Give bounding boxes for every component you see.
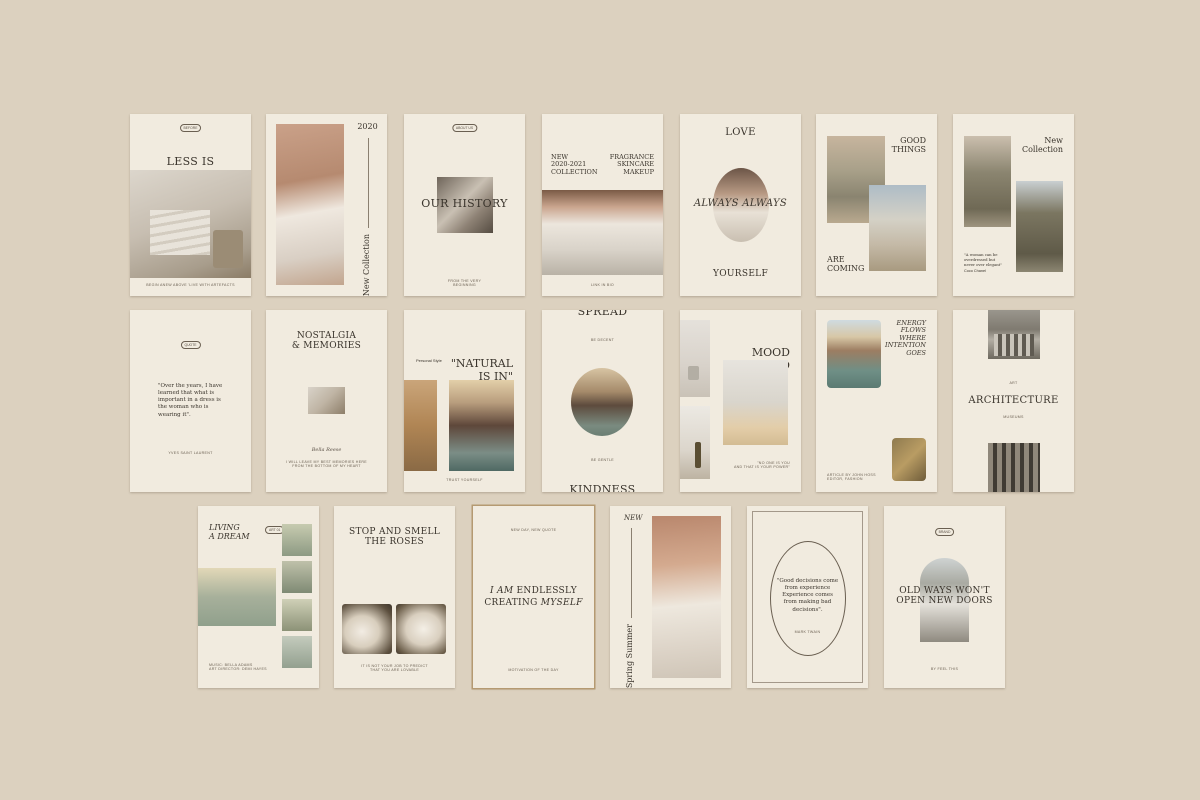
template-less-is-more[interactable]: BEFORE LESS IS MORE BEGIN ANEW ABOVE 'LI… bbox=[130, 114, 251, 296]
card-title: OLD WAYS WON'T OPEN NEW DOORS bbox=[896, 586, 993, 607]
template-nostalgia[interactable]: NOSTALGIA & MEMORIES Bella Reese I WILL … bbox=[266, 310, 387, 492]
vase-photo bbox=[404, 380, 437, 471]
thumb-1 bbox=[282, 524, 312, 556]
bottom-word: YOURSELF bbox=[712, 269, 769, 279]
flower-photo-2 bbox=[396, 604, 446, 654]
card-title: STOP AND SMELL THE ROSES bbox=[348, 527, 441, 548]
subtitle-1: BE DECENT bbox=[590, 338, 615, 342]
card-footer: BY FEEL THIS bbox=[930, 667, 959, 671]
template-stop-and-smell[interactable]: STOP AND SMELL THE ROSES IT IS NOT YOUR … bbox=[334, 506, 455, 688]
staircase-photo bbox=[130, 170, 251, 278]
template-collection-preview: { "row1": { "c1": {"pill": "BEFORE", "ti… bbox=[0, 0, 1200, 800]
year-label: 2020 bbox=[357, 122, 378, 131]
columns-photo-top bbox=[988, 310, 1040, 359]
template-new-collection[interactable]: 2020 New Collection bbox=[266, 114, 387, 296]
dress-photo bbox=[542, 190, 663, 275]
card-title: NOSTALGIA & MEMORIES bbox=[291, 331, 362, 352]
template-new-2020-collection[interactable]: NEW 2020-2021 COLLECTION FRAGRANCE SKINC… bbox=[542, 114, 663, 296]
tag-pill: ABOUT US bbox=[451, 124, 478, 132]
portrait-photo bbox=[652, 516, 721, 678]
thumb-2 bbox=[282, 561, 312, 593]
card-title: ENERGY FLOWS WHERE INTENTION GOES bbox=[885, 319, 926, 357]
tag-pill: QUOTE bbox=[180, 341, 201, 349]
quote-author: MARK TWAIN bbox=[794, 630, 821, 634]
small-label: ART bbox=[1009, 381, 1018, 385]
card-footer: I WILL LEAVE MY BEST MEMORIES HERE FROM … bbox=[286, 460, 367, 469]
template-mood-board[interactable]: MOOD BOARD "NO ONE IS YOU AND THAT IS YO… bbox=[680, 310, 801, 492]
template-energy-flows[interactable]: ENERGY FLOWS WHERE INTENTION GOES ARTICL… bbox=[816, 310, 937, 492]
divider-line bbox=[631, 528, 632, 618]
template-old-ways[interactable]: BRAND OLD WAYS WON'T OPEN NEW DOORS BY F… bbox=[884, 506, 1005, 688]
necklace-photo bbox=[276, 124, 344, 285]
card-footer: LINK IN BIO bbox=[590, 283, 615, 287]
quote-text: "Good decisions come from experience Exp… bbox=[776, 578, 839, 613]
template-spread-kindness[interactable]: SPREAD BE DECENT BE GENTLE KINDNESS bbox=[542, 310, 663, 492]
template-love-yourself[interactable]: LOVE ALWAYS ALWAYS YOURSELF bbox=[680, 114, 801, 296]
top-word: SPREAD bbox=[577, 310, 628, 318]
template-new-collection-coat[interactable]: New Collection "A woman can be overdress… bbox=[953, 114, 1074, 296]
card-footer: "NO ONE IS YOU AND THAT IS YOUR POWER" bbox=[733, 461, 790, 470]
vertical-title: Spring Summer bbox=[625, 624, 634, 688]
columns-photo-bottom bbox=[988, 443, 1040, 492]
category-label: FRAGRANCE SKINCARE MAKEUP bbox=[609, 153, 654, 176]
vertical-title: New Collection bbox=[362, 234, 371, 296]
bottom-text: ARE COMING bbox=[827, 255, 865, 274]
top-text: GOOD THINGS bbox=[891, 136, 926, 155]
quote-author: Coco Chanel bbox=[964, 269, 986, 273]
top-word: LOVE bbox=[725, 127, 756, 138]
portrait-oval bbox=[571, 368, 633, 436]
template-natural-is-in[interactable]: Personal Style "NATURAL IS IN" TRUST YOU… bbox=[404, 310, 525, 492]
template-endlessly-creating[interactable]: NEW DAY, NEW QUOTE I AM ENDLESSLY CREATI… bbox=[473, 506, 594, 688]
bottom-word: KINDNESS bbox=[569, 483, 636, 492]
hat-portrait bbox=[449, 380, 514, 471]
thumb-3 bbox=[282, 599, 312, 631]
quote-line-1: I AM ENDLESSLY bbox=[490, 586, 577, 596]
template-architecture[interactable]: ART ARCHITECTURE MUSEUMS bbox=[953, 310, 1074, 492]
subtitle-2: BE GENTLE bbox=[591, 458, 614, 462]
quote-text: "A woman can be overdressed but never ov… bbox=[964, 252, 1002, 267]
template-good-decisions[interactable]: "Good decisions come from experience Exp… bbox=[747, 506, 868, 688]
card-title: OUR HISTORY bbox=[421, 197, 508, 210]
template-our-history[interactable]: ABOUT US OUR HISTORY FROM THE VERY BEGIN… bbox=[404, 114, 525, 296]
memory-photo bbox=[308, 387, 345, 414]
card-title: ARCHITECTURE bbox=[968, 395, 1059, 406]
tag-pill: BRAND bbox=[934, 528, 955, 536]
divider-line bbox=[368, 138, 369, 228]
coat-photo-2 bbox=[1016, 181, 1063, 272]
card-footer: ARTICLE BY JOHN HOSS EDITOR, FASHION bbox=[827, 473, 876, 482]
glass-photo bbox=[723, 360, 788, 445]
card-footer: IT IS NOT YOUR JOB TO PREDICT THAT YOU A… bbox=[361, 664, 428, 673]
quote-text: "Over the years, I have learned that wha… bbox=[158, 383, 223, 418]
coat-photo-1 bbox=[964, 136, 1011, 227]
top-label: NEW DAY, NEW QUOTE bbox=[510, 528, 557, 532]
quote-line-2: CREATING MYSELF bbox=[484, 598, 583, 608]
card-footer: TRUST YOURSELF bbox=[446, 478, 483, 482]
flower-photo-1 bbox=[342, 604, 392, 654]
template-spring-summer[interactable]: NEW Spring Summer bbox=[610, 506, 731, 688]
template-good-things[interactable]: GOOD THINGS ARE COMING bbox=[816, 114, 937, 296]
card-footer: BEGIN ANEW ABOVE 'LIVE WITH ARTEFACTS bbox=[146, 283, 235, 287]
signature: Bella Reese bbox=[311, 447, 342, 453]
template-quote-ysl[interactable]: QUOTE "Over the years, I have learned th… bbox=[130, 310, 251, 492]
card-footer: FROM THE VERY BEGINNING bbox=[447, 279, 482, 288]
tag-pill: BEFORE bbox=[179, 124, 202, 132]
card-footer: MUSEUMS bbox=[1003, 415, 1024, 419]
template-living-a-dream[interactable]: LIVING A DREAM ART 01 MUSIC: BELLA ADAMS… bbox=[198, 506, 319, 688]
quote-author: YVES SAINT LAURENT bbox=[168, 451, 213, 455]
dress-back-photo bbox=[198, 568, 276, 626]
card-footer: MOTIVATION OF THE DAY bbox=[508, 668, 559, 672]
card-footer: MUSIC: BELLA ADAMS ART DIRECTOR: DEMI HA… bbox=[209, 663, 267, 672]
card-title: ALWAYS ALWAYS bbox=[693, 198, 788, 209]
